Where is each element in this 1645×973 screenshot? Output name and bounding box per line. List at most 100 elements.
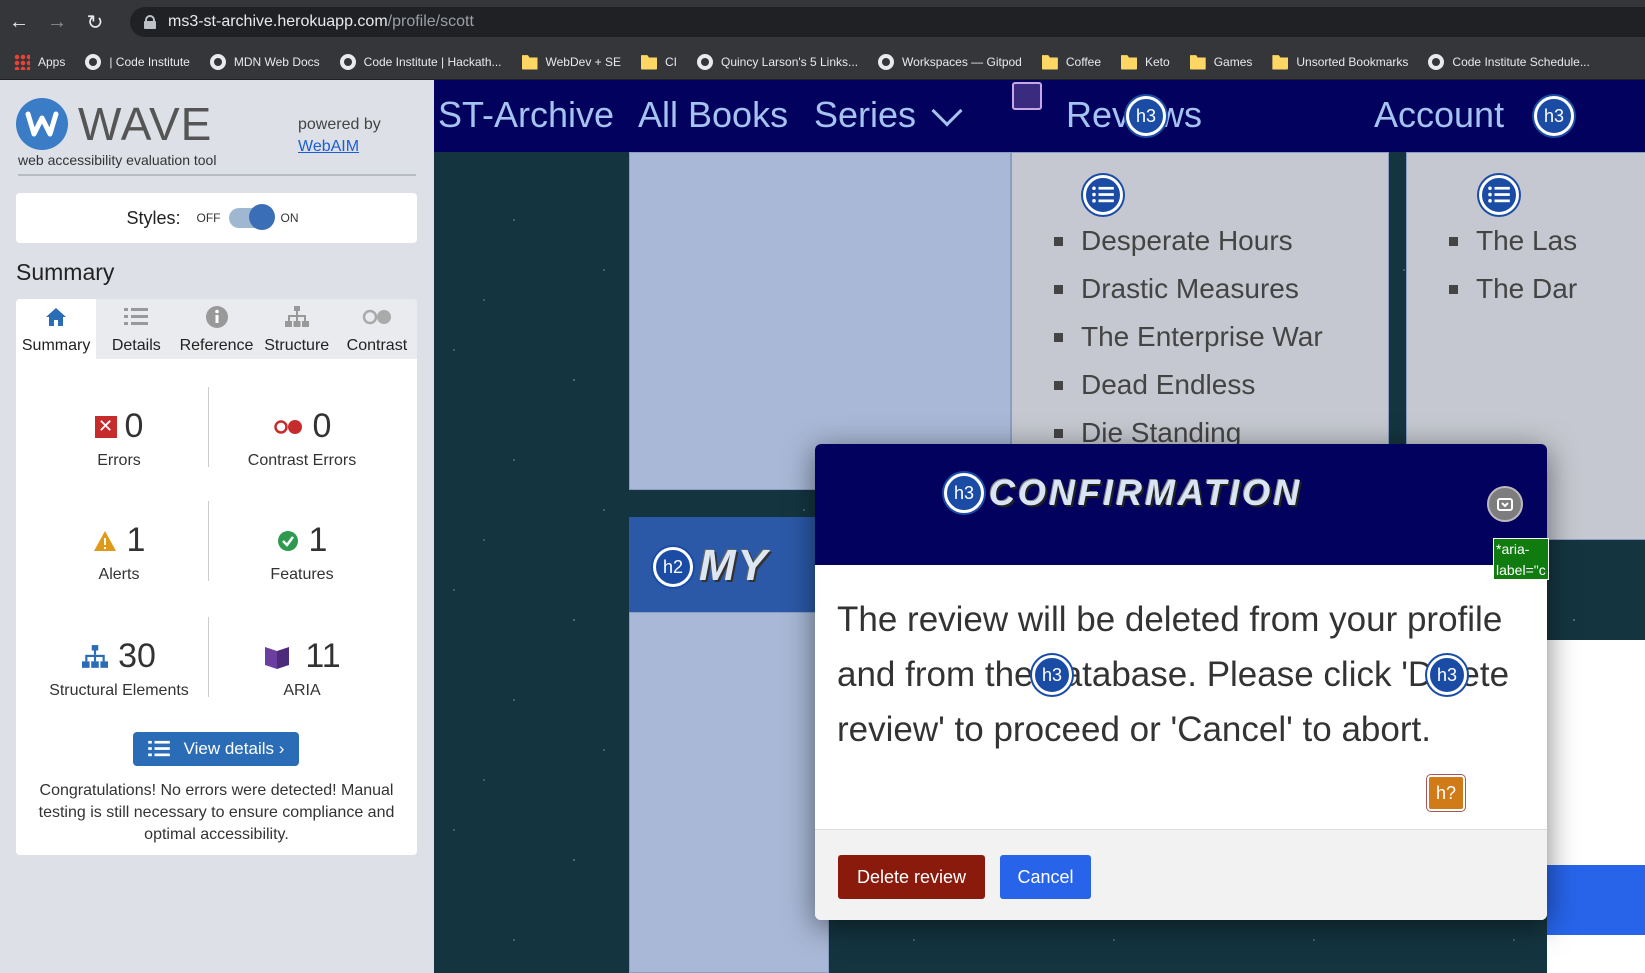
bookmark-item[interactable]: Unsorted Bookmarks xyxy=(1272,54,1408,70)
partial-button[interactable] xyxy=(1547,865,1645,935)
globe-icon xyxy=(1428,53,1445,70)
globe-icon xyxy=(339,53,356,70)
errors-label: Errors xyxy=(97,452,141,469)
stat-contrast-errors[interactable]: 0 Contrast Errors xyxy=(202,407,402,470)
tab-contrast[interactable]: Contrast xyxy=(337,299,417,359)
tab-structure-label: Structure xyxy=(264,337,330,354)
back-arrow-icon[interactable]: ← xyxy=(0,0,38,44)
book-list-item[interactable]: The Las xyxy=(1449,217,1577,265)
lock-icon xyxy=(144,15,156,29)
my-section-header: h2 MY xyxy=(629,517,829,612)
modal-footer: Delete review Cancel xyxy=(815,829,1547,920)
wave-h3-badge: h3 xyxy=(1032,655,1072,695)
contrast-count: 0 xyxy=(312,407,332,445)
book-list-item[interactable]: Dead Endless xyxy=(1054,361,1323,409)
chevron-down-icon[interactable] xyxy=(931,95,963,127)
nav-series[interactable]: Series xyxy=(814,94,916,136)
aria-label: ARIA xyxy=(283,682,321,699)
nav-account[interactable]: Account xyxy=(1374,94,1504,136)
wave-h3-badge: h3 xyxy=(944,473,984,513)
bookmark-item[interactable]: Coffee xyxy=(1041,54,1101,70)
stat-errors[interactable]: ✕ 0 Errors xyxy=(19,407,219,470)
divider xyxy=(18,174,416,176)
wave-list-badge-icon xyxy=(1083,175,1123,215)
browser-toolbar: ← → ↻ ms3-st-archive.herokuapp.com/profi… xyxy=(0,0,1645,44)
cancel-button[interactable]: Cancel xyxy=(1000,855,1091,899)
bookmark-item[interactable]: MDN Web Docs xyxy=(209,53,320,70)
summary-heading: Summary xyxy=(16,259,115,285)
bookmark-label: Unsorted Bookmarks xyxy=(1296,54,1409,69)
stat-features[interactable]: 1 Features xyxy=(202,521,402,584)
modal-title: CONFIRMATION xyxy=(989,472,1303,513)
view-details-button[interactable]: View details › xyxy=(133,732,299,766)
structural-count: 30 xyxy=(118,637,156,675)
webaim-link[interactable]: WebAIM xyxy=(298,138,359,155)
bookmark-item[interactable]: | Code Institute xyxy=(85,53,190,70)
url-path: /profile/scott xyxy=(387,13,474,30)
congrats-message: Congratulations! No errors were detected… xyxy=(38,782,395,843)
alerts-count: 1 xyxy=(126,521,146,559)
bookmark-item[interactable]: Code Institute Schedule... xyxy=(1428,53,1590,70)
stat-structural[interactable]: 30 Structural Elements xyxy=(19,637,219,700)
book-list-item[interactable]: The Enterprise War xyxy=(1054,313,1323,361)
bookmark-item[interactable]: Apps xyxy=(14,53,66,70)
forward-arrow-icon[interactable]: → xyxy=(38,0,76,44)
book-list-item[interactable]: Desperate Hours xyxy=(1054,217,1323,265)
bookmark-label: Keto xyxy=(1145,54,1170,69)
site-navbar: ST-Archive All Books Series Reviews h3 A… xyxy=(434,80,1645,152)
my-section-body xyxy=(629,612,829,973)
tab-structure[interactable]: Structure xyxy=(257,299,337,359)
stat-aria[interactable]: 11 ARIA xyxy=(202,637,402,700)
tab-summary[interactable]: Summary xyxy=(16,299,97,359)
book-list-item[interactable]: Drastic Measures xyxy=(1054,265,1323,313)
tab-contrast-label: Contrast xyxy=(346,337,408,354)
nav-all-books[interactable]: All Books xyxy=(638,94,788,136)
tab-reference[interactable]: Reference xyxy=(176,299,256,359)
folder-icon xyxy=(1121,55,1137,70)
book-card xyxy=(629,152,1011,490)
tab-details[interactable]: Details xyxy=(96,299,176,359)
bookmark-item[interactable]: Keto xyxy=(1121,54,1170,70)
info-icon xyxy=(205,305,229,329)
globe-icon xyxy=(85,53,102,70)
address-bar[interactable]: ms3-st-archive.herokuapp.com/profile/sco… xyxy=(130,7,1645,37)
bookmarks-bar: Apps | Code Institute MDN Web Docs Code Ins… xyxy=(0,44,1645,80)
close-icon[interactable] xyxy=(1487,486,1523,522)
wave-h3-badge: h3 xyxy=(1427,655,1467,695)
styles-toggle-box: Styles: OFF ON xyxy=(16,193,417,243)
styles-toggle[interactable] xyxy=(228,204,275,230)
wave-logo-text: WAVE xyxy=(78,98,213,150)
book-list-item[interactable]: The Dar xyxy=(1449,265,1577,313)
styles-label: Styles: xyxy=(126,207,181,228)
bookmark-label: Apps xyxy=(38,54,66,69)
styles-on-label: ON xyxy=(280,211,299,225)
bookmark-item[interactable]: Workspaces — Gitpod xyxy=(878,53,1022,70)
bookmark-item[interactable]: Code Institute | Hackath... xyxy=(339,53,502,70)
alert-icon xyxy=(93,530,117,552)
bookmark-item[interactable]: WebDev + SE xyxy=(521,54,621,70)
features-count: 1 xyxy=(308,521,328,559)
hierarchy-icon xyxy=(284,305,309,329)
contrast-error-icon xyxy=(273,419,303,435)
stat-alerts[interactable]: 1 Alerts xyxy=(19,521,219,584)
bookmark-item[interactable]: Games xyxy=(1189,54,1252,70)
wave-logo: WAVE xyxy=(16,97,212,151)
bookmark-item[interactable]: Quincy Larson's 5 Links... xyxy=(697,53,858,70)
tab-details-label: Details xyxy=(111,337,161,354)
aria-count: 11 xyxy=(305,637,341,675)
bookmark-label: Coffee xyxy=(1065,54,1101,69)
reload-icon[interactable]: ↻ xyxy=(76,0,114,44)
tab-reference-label: Reference xyxy=(179,337,254,354)
modal-header: h3 CONFIRMATION xyxy=(815,444,1547,565)
wave-logo-icon xyxy=(16,98,68,150)
bookmark-label: WebDev + SE xyxy=(545,54,621,69)
bookmark-item[interactable]: CI xyxy=(641,54,677,70)
structural-label: Structural Elements xyxy=(49,682,189,699)
wave-list-badge-icon xyxy=(1479,175,1519,215)
list-icon xyxy=(147,740,170,758)
nav-brand[interactable]: ST-Archive xyxy=(438,94,614,136)
home-icon xyxy=(44,305,68,329)
errors-count: 0 xyxy=(124,407,144,445)
summary-panel: Summary Details Reference Structure Cont… xyxy=(16,299,417,855)
delete-review-button[interactable]: Delete review xyxy=(838,855,985,899)
